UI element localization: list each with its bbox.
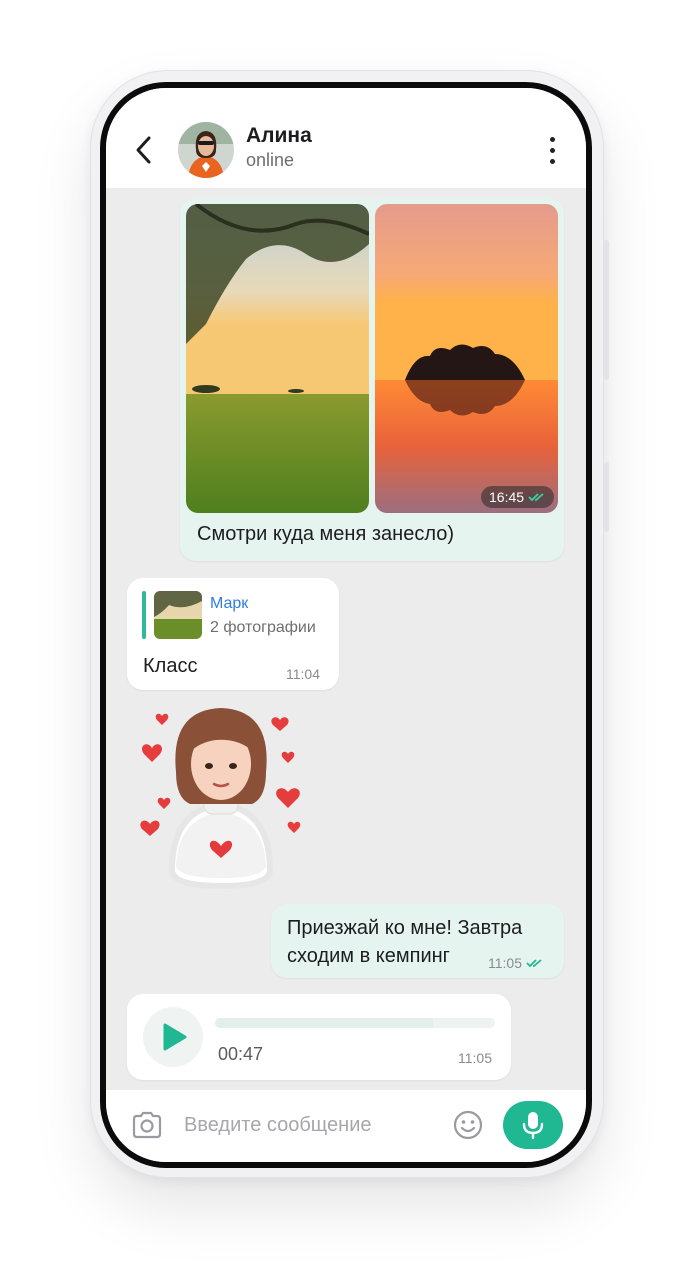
phone-mockup: Алина online 16:45 Смотри куда меня зане…: [0, 0, 692, 1276]
voice-record-button[interactable]: [503, 1101, 563, 1149]
field-sunset-image: [186, 204, 369, 513]
voice-progress-fill: [215, 1018, 434, 1028]
outgoing-message-time: 11:05: [488, 955, 522, 971]
smile-icon: [453, 1110, 483, 1140]
camera-icon: [132, 1111, 162, 1139]
double-check-icon: [526, 959, 542, 968]
girl-hearts-sticker: [140, 708, 301, 890]
contact-name: Алина: [246, 124, 312, 147]
phone-side-button: [604, 240, 609, 380]
reply-quote-bar: [142, 591, 146, 639]
reply-message-text: Класс: [143, 655, 198, 677]
more-vertical-icon: [542, 137, 562, 164]
voice-progress-track[interactable]: [215, 1018, 495, 1028]
double-check-icon: [528, 493, 544, 502]
avatar[interactable]: [178, 122, 234, 178]
outgoing-message-meta: 11:05: [488, 955, 544, 971]
chevron-left-icon: [136, 136, 151, 164]
reply-quoted-description: 2 фотографии: [210, 619, 316, 636]
reply-thumbnail[interactable]: [154, 591, 202, 639]
more-menu-button[interactable]: [542, 134, 562, 168]
phone-side-button: [604, 462, 609, 532]
voice-message-time: 11:05: [458, 1050, 492, 1066]
photo-caption: Смотри куда меня занесло): [197, 523, 454, 545]
back-button[interactable]: [130, 132, 160, 168]
photo-time-badge: 16:45: [481, 486, 555, 508]
sticker-message[interactable]: [132, 700, 310, 890]
message-input[interactable]: [184, 1108, 434, 1142]
reply-message-time: 11:04: [286, 666, 320, 682]
photo-lake-sunset[interactable]: [375, 204, 558, 513]
microphone-icon: [522, 1112, 544, 1140]
photo-time: 16:45: [489, 489, 525, 505]
voice-duration: 00:47: [218, 1044, 264, 1064]
avatar-image: [178, 122, 234, 178]
reply-quoted-author[interactable]: Марк: [210, 595, 248, 613]
reply-thumbnail-image: [154, 591, 202, 639]
photo-field-sunset[interactable]: [186, 204, 369, 513]
contact-status: online: [246, 150, 295, 170]
chat-screen: Алина online 16:45 Смотри куда меня зане…: [106, 88, 586, 1162]
camera-button[interactable]: [130, 1110, 164, 1140]
chat-header: [106, 88, 586, 188]
lake-sunset-image: [375, 204, 558, 513]
play-icon: [163, 1023, 187, 1051]
play-button[interactable]: [143, 1007, 203, 1067]
emoji-button[interactable]: [452, 1109, 484, 1141]
